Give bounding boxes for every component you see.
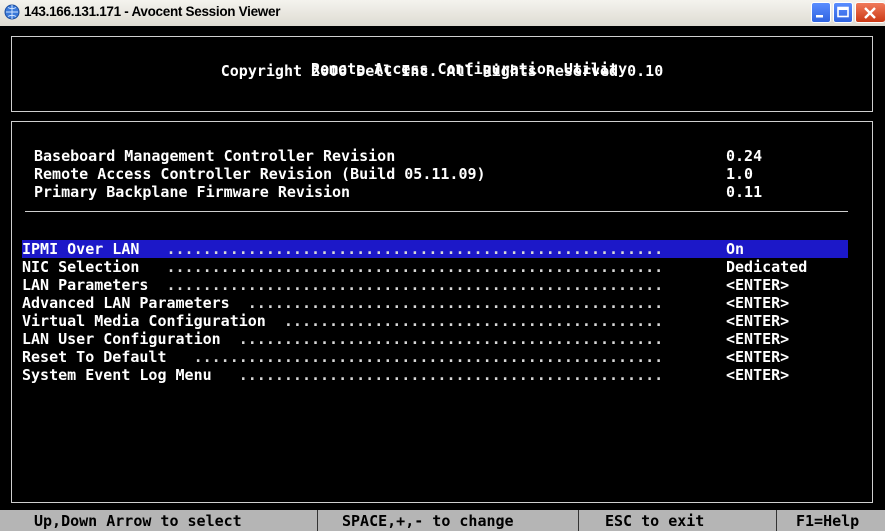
console-screen[interactable]: Remote Access Configuration Utility Copy… — [0, 26, 885, 531]
menu-item-label: Reset To Default — [22, 348, 167, 366]
bmc-revision-value: 0.24 — [726, 147, 763, 165]
window-title: 143.166.131.171 - Avocent Session Viewer — [24, 4, 281, 19]
maximize-button[interactable] — [833, 2, 853, 23]
divider — [25, 211, 848, 212]
rac-revision-value: 1.0 — [726, 165, 754, 183]
menu-item-label: System Event Log Menu — [22, 366, 212, 384]
backplane-revision-value: 0.11 — [726, 183, 763, 201]
menu-item-label: IPMI Over LAN — [22, 240, 140, 258]
menu-item-value: <ENTER> — [726, 366, 790, 384]
menu-item-label: NIC Selection — [22, 258, 140, 276]
window-titlebar[interactable]: 143.166.131.171 - Avocent Session Viewer — [0, 0, 885, 27]
backplane-revision-label: Primary Backplane Firmware Revision — [34, 183, 351, 201]
status-divider — [776, 510, 777, 531]
status-divider — [578, 510, 579, 531]
menu-item-nic-selection[interactable]: ........................................… — [22, 258, 848, 276]
header-panel: Remote Access Configuration Utility Copy… — [11, 36, 873, 112]
menu-item-value: <ENTER> — [726, 312, 790, 330]
hint-navigate: Up,Down Arrow to select — [34, 512, 242, 530]
menu-item-reset-to-default[interactable]: ........................................… — [22, 348, 848, 366]
hint-exit: ESC to exit — [605, 512, 705, 530]
close-icon — [864, 7, 876, 19]
menu-item-label: Advanced LAN Parameters — [22, 294, 230, 312]
menu-item-value: <ENTER> — [726, 330, 790, 348]
menu-item-ipmi-over-lan[interactable]: ........................................… — [22, 240, 848, 258]
menu-item-virtual-media-configuration[interactable]: ........................................… — [22, 312, 848, 330]
menu-item-value: <ENTER> — [726, 348, 790, 366]
status-bar: Up,Down Arrow to select SPACE,+,- to cha… — [0, 510, 885, 531]
copyright-text: Copyright 2006 Dell Inc. All Rights Rese… — [220, 62, 664, 80]
status-divider — [317, 510, 318, 531]
menu-item-value: Dedicated — [726, 258, 808, 276]
minimize-icon — [816, 15, 823, 18]
maximize-icon — [837, 6, 849, 18]
menu-item-value: On — [726, 240, 745, 258]
bmc-revision-label: Baseboard Management Controller Revision — [34, 147, 396, 165]
menu-item-lan-parameters[interactable]: ........................................… — [22, 276, 848, 294]
menu-item-system-event-log-menu[interactable]: ........................................… — [22, 366, 848, 384]
close-button[interactable] — [855, 2, 885, 23]
menu-item-value: <ENTER> — [726, 294, 790, 312]
menu-item-lan-user-configuration[interactable]: ........................................… — [22, 330, 848, 348]
hint-change: SPACE,+,- to change — [342, 512, 514, 530]
rac-revision-label: Remote Access Controller Revision (Build… — [34, 165, 486, 183]
hint-help: F1=Help — [796, 512, 860, 530]
menu-item-label: LAN User Configuration — [22, 330, 221, 348]
menu-item-label: Virtual Media Configuration — [22, 312, 266, 330]
menu-item-value: <ENTER> — [726, 276, 790, 294]
minimize-button[interactable] — [811, 2, 831, 23]
browser-globe-icon — [4, 4, 20, 20]
menu-item-label: LAN Parameters — [22, 276, 149, 294]
menu-item-advanced-lan-parameters[interactable]: ........................................… — [22, 294, 848, 312]
